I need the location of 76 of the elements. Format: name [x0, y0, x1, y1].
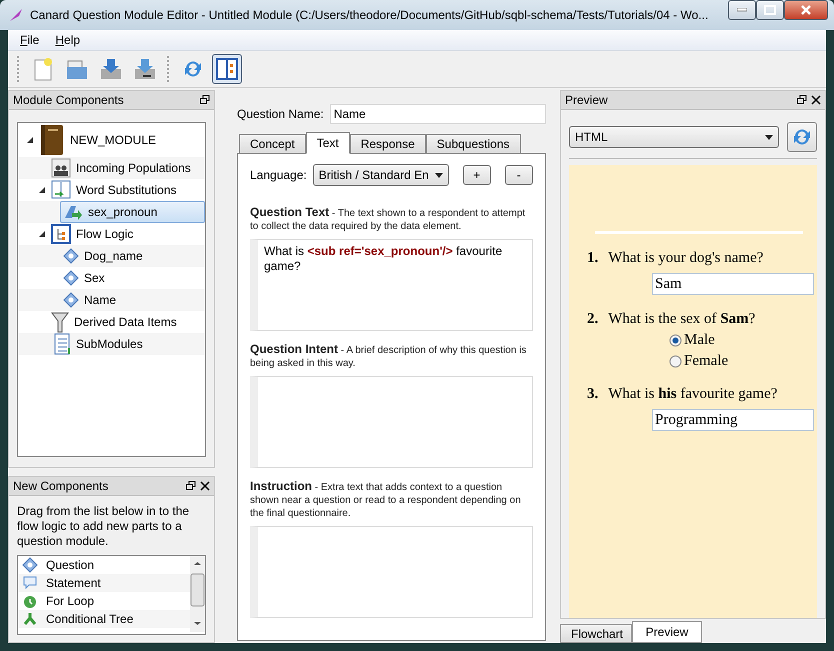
question-number: 1. — [587, 250, 598, 267]
tree-item[interactable]: NEW_MODULE — [36, 129, 162, 151]
expanded-arrow-icon[interactable] — [39, 187, 45, 193]
component-list-item[interactable]: Statement — [18, 574, 190, 592]
new-document-icon — [32, 57, 54, 81]
tab[interactable]: Subquestions — [426, 134, 520, 154]
panel-title: Module Components — [13, 93, 125, 107]
save-icon — [99, 57, 123, 81]
speech-bubble-icon — [22, 575, 38, 591]
tree-item[interactable]: Flow Logic — [48, 223, 138, 245]
tree-item[interactable]: Word Substitutions — [48, 179, 182, 201]
close-icon — [811, 95, 821, 105]
toolbar-button[interactable] — [212, 54, 242, 84]
menu-item[interactable]: File — [12, 33, 48, 47]
panels-icon — [216, 58, 238, 80]
save-icon — [133, 57, 157, 81]
question-number: 2. — [587, 311, 598, 328]
menu-item[interactable]: Help — [47, 33, 88, 47]
minimize-button[interactable] — [728, 0, 756, 20]
language-button[interactable]: - — [504, 165, 533, 185]
close-button[interactable] — [784, 0, 828, 20]
tab[interactable]: Concept — [239, 134, 306, 154]
section-description: Question Text - The text shown to a respondent to attempt to collect the data required by the data element. — [250, 206, 526, 233]
tab[interactable]: Flowchart — [560, 624, 632, 643]
restore-icon — [797, 95, 807, 105]
arrow-icon — [63, 204, 83, 220]
question-text: What is the sex of Sam? — [608, 311, 756, 328]
branch-icon — [22, 611, 38, 627]
close-icon — [800, 5, 812, 15]
radio-button[interactable] — [669, 334, 682, 347]
close-icon — [200, 481, 210, 491]
tab[interactable]: Response — [350, 134, 426, 154]
radio-option[interactable]: Female — [569, 353, 817, 370]
section-description: Question Intent - A brief description of why this question is being asked in this way. — [250, 343, 528, 370]
window-title: Canard Question Module Editor - Untitled Module (C:/Users/theodore/Documents/GitHub/sqbl-schema/Tests/Tutorials/04 - Wo... — [30, 8, 710, 22]
question-diamond-icon — [63, 270, 79, 286]
maximize-icon — [764, 5, 776, 15]
field-label: Language: — [250, 168, 307, 182]
section-description: Instruction - Extra text that adds context to a question shown near a question or read to a respondent depending on the final questionnaire. — [250, 480, 522, 520]
caret-icon — [434, 172, 443, 178]
panel-description: Drag from the list below in to the flow logic to add new parts to a question module. — [17, 504, 190, 549]
question-diamond-icon — [63, 292, 79, 308]
tab[interactable]: Preview — [632, 621, 702, 643]
maximize-button[interactable] — [756, 0, 784, 20]
expanded-arrow-icon[interactable] — [39, 231, 45, 237]
panel-title: New Components — [13, 479, 110, 493]
question-number: 3. — [587, 386, 598, 403]
field-label: Question Name: — [237, 107, 324, 121]
question-diamond-icon — [63, 248, 79, 264]
tree-item[interactable]: Sex — [60, 267, 110, 289]
question-text: What is his favourite game? — [608, 386, 778, 403]
restore-icon — [200, 95, 210, 105]
restore-icon — [186, 481, 196, 491]
tree-item[interactable]: Derived Data Items — [48, 311, 182, 333]
feather-icon — [8, 7, 24, 23]
expanded-arrow-icon[interactable] — [27, 137, 33, 143]
radio-button[interactable] — [669, 355, 682, 368]
component-list-item[interactable]: Conditional Tree — [18, 610, 190, 628]
format-dropdown[interactable]: HTML — [569, 126, 779, 148]
scrollbar[interactable] — [190, 556, 205, 632]
funnel-icon — [51, 310, 69, 334]
answer-field[interactable]: Sam — [652, 273, 814, 295]
caret-icon — [765, 134, 773, 140]
tab[interactable]: Text — [306, 132, 350, 154]
book-icon — [39, 124, 65, 156]
language-dropdown[interactable]: British / Standard En — [312, 164, 449, 186]
question-name-field[interactable]: Name — [330, 104, 546, 124]
tree-item[interactable]: sex_pronoun — [60, 201, 205, 223]
answer-field[interactable]: Programming — [652, 409, 814, 431]
text-area[interactable]: What is <sub ref='sex_pronoun'/> favourite game? — [250, 239, 533, 331]
question-text: What is your dog's name? — [608, 250, 764, 267]
language-button[interactable]: + — [462, 165, 491, 185]
radio-option[interactable]: Male — [569, 332, 817, 349]
panel-title: Preview — [565, 93, 609, 107]
minimize-icon — [737, 8, 747, 12]
refresh-button[interactable] — [787, 122, 817, 152]
